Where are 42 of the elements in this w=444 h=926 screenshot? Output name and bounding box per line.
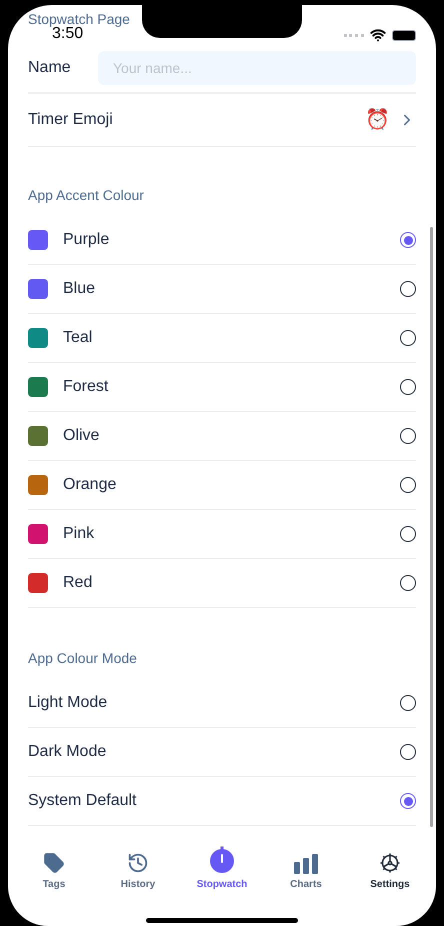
tab-bar-item[interactable]: Settings	[355, 844, 425, 892]
tag-icon	[43, 852, 65, 874]
radio-button[interactable]	[400, 695, 416, 711]
option-label: Teal	[63, 328, 94, 348]
radio-button[interactable]	[400, 428, 416, 444]
tab-bar-item[interactable]: Stopwatch	[187, 844, 257, 892]
option-label: Purple	[63, 230, 110, 250]
radio-button[interactable]	[400, 793, 416, 809]
status-time: 3:50	[52, 25, 84, 43]
radio-button[interactable]	[400, 575, 416, 591]
wifi-icon	[370, 27, 386, 43]
option-label: Dark Mode	[28, 742, 108, 762]
radio-button[interactable]	[400, 232, 416, 248]
radio-button[interactable]	[400, 477, 416, 493]
option-label: Orange	[63, 475, 118, 495]
option-label: Forest	[63, 377, 110, 397]
stopwatch-icon	[208, 846, 236, 874]
bar-chart-icon	[294, 854, 318, 874]
section-title: App Accent Colour	[28, 186, 145, 205]
battery-icon	[392, 30, 416, 40]
history-icon	[127, 852, 149, 874]
option-label: Olive	[63, 426, 100, 446]
tab-bar-item[interactable]: History	[103, 844, 173, 892]
option-label: Pink	[63, 524, 96, 544]
gear-icon	[379, 852, 401, 874]
tab-bar-item[interactable]: Tags	[19, 844, 89, 892]
radio-button[interactable]	[400, 744, 416, 760]
section-title: App Colour Mode	[28, 649, 138, 668]
timer-emoji-label: Timer Emoji	[28, 110, 114, 130]
radio-button[interactable]	[400, 281, 416, 297]
signal-icon	[344, 34, 364, 36]
timer-emoji-value: ⏰	[365, 107, 390, 133]
option-label: Red	[63, 573, 94, 593]
radio-button[interactable]	[400, 526, 416, 542]
name-label: Name	[28, 58, 72, 78]
option-label: System Default	[28, 791, 138, 811]
page-title: Stopwatch Page	[28, 10, 130, 27]
option-label: Blue	[63, 279, 96, 299]
radio-button[interactable]	[400, 379, 416, 395]
option-label: Light Mode	[28, 693, 108, 713]
tab-bar-item[interactable]: Charts	[271, 844, 341, 892]
radio-button[interactable]	[400, 330, 416, 346]
